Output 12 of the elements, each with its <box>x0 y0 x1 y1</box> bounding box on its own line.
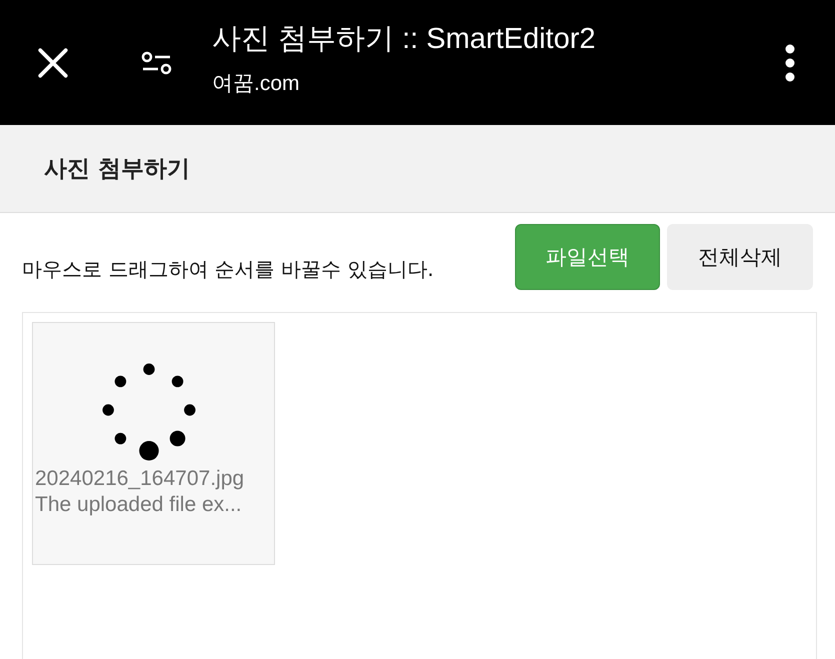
file-thumbnail[interactable]: 20240216_164707.jpg The uploaded file ex... <box>32 322 275 565</box>
select-file-button[interactable]: 파일선택 <box>515 224 660 290</box>
site-settings-icon[interactable] <box>140 50 174 74</box>
delete-all-button[interactable]: 전체삭제 <box>667 224 813 290</box>
hint-text: 마우스로 드래그하여 순서를 바꿀수 있습니다. <box>22 256 434 283</box>
file-name: 20240216_164707.jpg <box>35 467 246 491</box>
file-message: The uploaded file ex... <box>35 493 243 517</box>
panel-title: 사진 첨부하기 <box>44 155 190 184</box>
close-icon[interactable] <box>36 46 70 80</box>
page-domain: 여꿈.com <box>212 70 301 96</box>
more-options-icon[interactable] <box>785 44 795 82</box>
page-title: 사진 첨부하기 :: SmartEditor2 <box>212 22 597 56</box>
